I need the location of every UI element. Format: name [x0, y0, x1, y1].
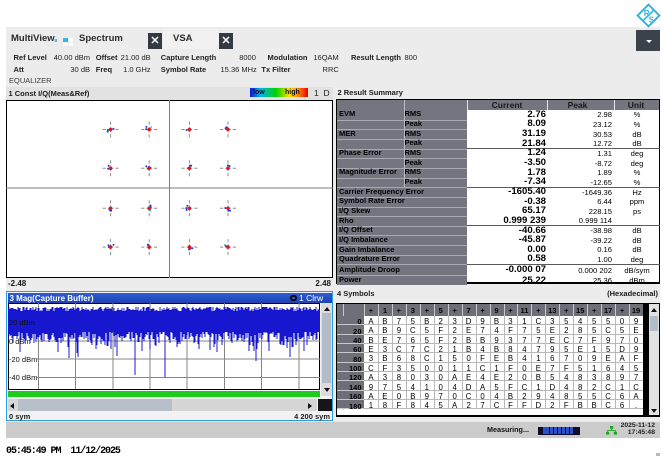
- svg-text:S: S: [649, 15, 655, 24]
